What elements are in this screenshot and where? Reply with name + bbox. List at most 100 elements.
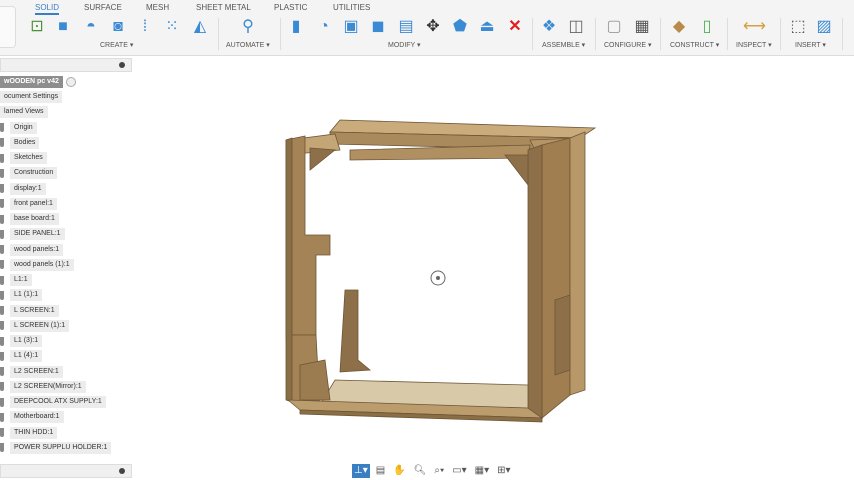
component-icon[interactable] [0, 351, 4, 361]
component-icon[interactable] [0, 184, 4, 193]
folder-icon[interactable] [0, 153, 4, 163]
component-icon[interactable] [0, 260, 4, 270]
browser-item[interactable]: L2 SCREEN(Mirror):1 [10, 380, 86, 393]
fit-icon[interactable]: ⌕▾ [432, 464, 446, 478]
viewports-icon[interactable]: ⊞▾ [495, 464, 512, 478]
chamfer-icon[interactable]: ⬟ [450, 17, 470, 37]
browser-item[interactable]: front panel:1 [10, 197, 57, 210]
browser-item[interactable]: L2 SCREEN:1 [10, 365, 63, 378]
component-icon[interactable] [0, 306, 4, 315]
browser-item[interactable]: Sketches [10, 152, 47, 164]
component-icon[interactable] [0, 229, 4, 239]
circular-pattern-icon[interactable]: ⁙ [162, 17, 182, 37]
browser-item[interactable]: Construction [10, 167, 58, 180]
browser-item[interactable]: Origin [10, 121, 37, 134]
align-icon[interactable]: ⏏ [477, 17, 497, 37]
offset-face-icon[interactable]: ▤ [396, 17, 416, 37]
component-icon[interactable] [0, 336, 4, 346]
browser-item[interactable]: L SCREEN:1 [10, 304, 59, 317]
display-settings-icon[interactable]: ▭▾ [450, 464, 468, 478]
look-at-icon[interactable]: ▤ [374, 464, 387, 478]
collapse-icon[interactable] [119, 62, 125, 68]
insert-derive-icon[interactable]: ⬚ [788, 17, 808, 37]
activate-radio-icon[interactable] [66, 77, 76, 87]
tab-mesh[interactable]: MESH [146, 3, 169, 12]
browser-item[interactable]: base board:1 [10, 213, 59, 225]
component-icon[interactable] [0, 443, 4, 453]
component-icon[interactable] [0, 214, 4, 224]
browser-item[interactable]: L1 (1):1 [10, 289, 43, 302]
move-icon[interactable]: ✥ [423, 17, 443, 37]
assemble-menu[interactable]: ASSEMBLE ▾ [542, 41, 585, 49]
browser-panel-header[interactable] [0, 58, 132, 72]
offset-plane-icon[interactable]: ◆ [669, 17, 689, 37]
measure-icon[interactable]: ⟷ [743, 17, 766, 37]
component-icon[interactable] [0, 428, 4, 437]
fillet-icon[interactable]: ◔ [314, 17, 334, 37]
tab-utilities[interactable]: UTILITIES [333, 3, 370, 12]
browser-item[interactable]: display:1 [10, 182, 46, 195]
configure-menu[interactable]: CONFIGURE ▾ [604, 41, 651, 49]
delete-icon[interactable]: ✕ [505, 17, 525, 37]
browser-item[interactable]: POWER SUPPLU HOLDER:1 [10, 441, 112, 454]
browser-item[interactable]: L1:1 [10, 274, 32, 286]
configuration-table-icon[interactable]: ▦ [632, 17, 652, 37]
browser-item[interactable]: ocument Settings [0, 91, 63, 103]
add-comment-icon[interactable] [119, 468, 125, 474]
midplane-icon[interactable]: ▯ [697, 17, 717, 37]
component-icon[interactable] [0, 367, 4, 376]
mirror-icon[interactable]: ◭ [190, 17, 210, 37]
browser-item[interactable]: Motherboard:1 [10, 411, 64, 424]
data-panel-toggle[interactable] [0, 6, 16, 48]
tab-plastic[interactable]: PLASTIC [274, 3, 307, 12]
extrude-icon[interactable]: ■ [53, 17, 73, 37]
component-icon[interactable] [0, 290, 4, 300]
parameters-icon[interactable]: ▢ [604, 17, 624, 37]
3d-model-wooden-pc-case[interactable] [280, 110, 610, 430]
modify-menu[interactable]: MODIFY ▾ [388, 41, 421, 49]
press-pull-icon[interactable]: ▮ [286, 17, 306, 37]
folder-icon[interactable] [0, 123, 4, 132]
root-component[interactable]: wOODEN pc v42 [0, 76, 63, 88]
create-menu[interactable]: CREATE ▾ [100, 41, 133, 49]
browser-item[interactable]: L1 (3):1 [10, 335, 43, 347]
shell-icon[interactable]: ▣ [341, 17, 361, 37]
revolve-icon[interactable]: ◓ [81, 17, 101, 37]
browser-item[interactable]: DEEPCOOL ATX SUPPLY:1 [10, 396, 106, 408]
hole-icon[interactable]: ◙ [108, 17, 128, 37]
inspect-menu[interactable]: INSPECT ▾ [736, 41, 772, 49]
construct-menu[interactable]: CONSTRUCT ▾ [670, 41, 719, 49]
automate-menu[interactable]: AUTOMATE ▾ [226, 41, 270, 49]
component-icon[interactable] [0, 245, 4, 254]
tab-sheet-metal[interactable]: SHEET METAL [196, 3, 251, 12]
automate-icon[interactable]: ⚲ [238, 17, 258, 37]
create-sketch-icon[interactable]: ⊡ [27, 17, 47, 37]
browser-item[interactable]: Bodies [10, 136, 40, 149]
folder-icon[interactable] [0, 168, 4, 178]
browser-item[interactable]: wood panels (1):1 [10, 258, 74, 271]
joint-origin-icon[interactable]: ⊥▾ [352, 464, 370, 478]
component-icon[interactable] [0, 321, 4, 331]
tab-surface[interactable]: SURFACE [84, 3, 122, 12]
browser-item[interactable]: SIDE PANEL:1 [10, 228, 65, 241]
browser-item[interactable]: THIN HDD:1 [10, 426, 58, 439]
zoom-icon[interactable]: 🔍︎ [412, 464, 429, 478]
new-component-icon[interactable]: ❖ [539, 17, 559, 37]
component-icon[interactable] [0, 275, 4, 285]
tab-solid[interactable]: SOLID [35, 3, 60, 15]
pan-icon[interactable]: ✋ [391, 464, 407, 478]
insert-menu[interactable]: INSERT ▾ [795, 41, 826, 49]
browser-item[interactable]: L1 (4):1 [10, 350, 43, 363]
comments-panel-header[interactable] [0, 464, 132, 478]
component-icon[interactable] [0, 382, 4, 392]
folder-icon[interactable] [0, 138, 4, 148]
browser-item[interactable]: wood panels:1 [10, 243, 64, 256]
rectangular-pattern-icon[interactable]: ⁞ [135, 17, 155, 37]
combine-icon[interactable]: ◼ [368, 17, 388, 37]
browser-item[interactable]: lamed Views [0, 106, 48, 119]
grid-settings-icon[interactable]: ▦▾ [473, 464, 491, 478]
component-icon[interactable] [0, 397, 4, 407]
component-icon[interactable] [0, 412, 4, 422]
joint-icon[interactable]: ◫ [566, 17, 586, 37]
component-icon[interactable] [0, 199, 4, 209]
